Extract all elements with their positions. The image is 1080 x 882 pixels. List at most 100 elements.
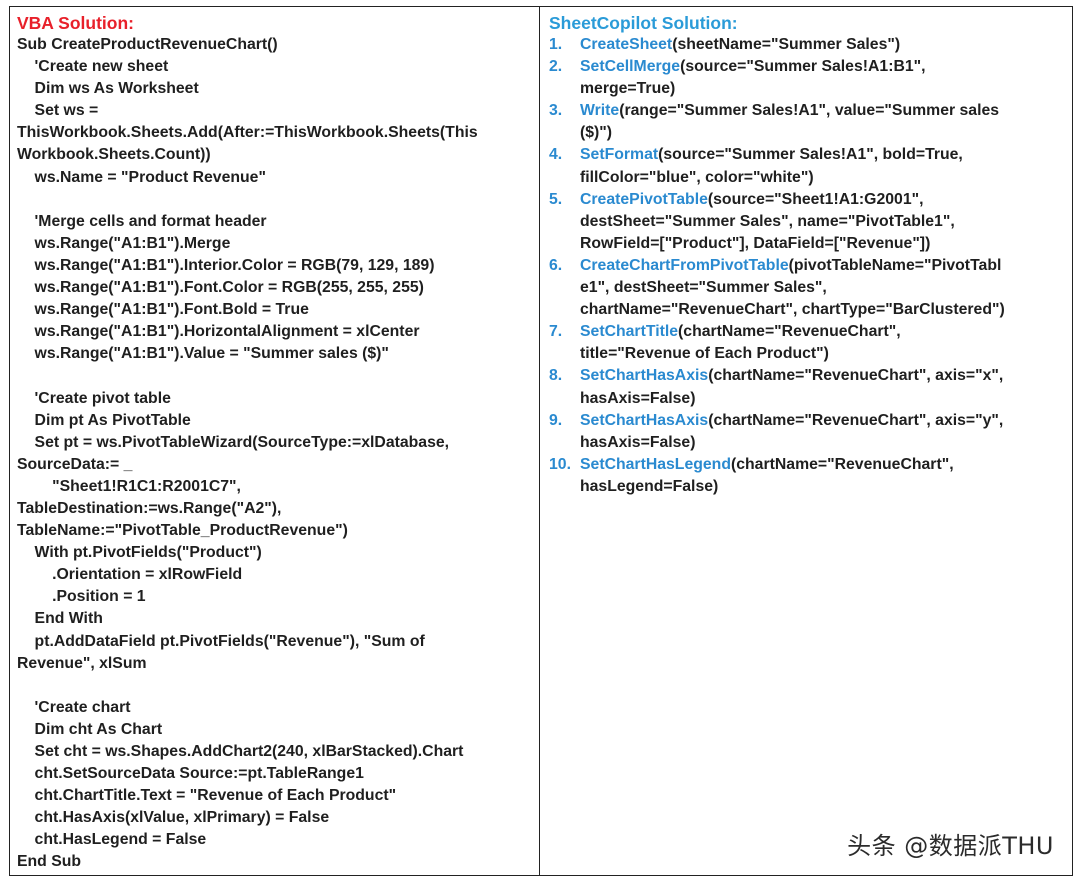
vba-solution-panel: VBA Solution: Sub CreateProductRevenueCh… [10,7,540,875]
step-number: 8. [549,367,563,385]
function-args: title="Revenue of Each Product") [580,345,829,363]
function-args: ($)") [580,124,613,142]
function-name: SetChartHasLegend [580,455,731,473]
function-args: merge=True) [580,80,676,98]
function-args: (range="Summer Sales!A1", value="Summer … [619,102,1000,120]
sheetcopilot-step-list: 1. CreateSheet(sheetName="Summer Sales") 2… [549,34,1072,498]
function-args: (sheetName="Summer Sales") [672,36,901,53]
step-number: 2. [549,58,563,76]
function-args: (source="Sheet1!A1:G2001", [707,190,924,208]
vba-code-line: cht.HasLegend = False [17,831,207,849]
step-line: chartName="RevenueChart", chartType="Bar… [580,299,1060,321]
vba-code-line: TableDestination:=ws.Range("A2"), [17,499,282,517]
step-number: 10. [549,455,571,473]
function-name: Write [580,102,620,120]
vba-code-line: ThisWorkbook.Sheets.Add(After:=ThisWorkb… [17,124,478,142]
sheetcopilot-solution-panel: SheetCopilot Solution: 1. CreateSheet(she… [540,7,1072,875]
vba-code-line: 'Create new sheet [17,58,169,76]
vba-code-line: TableName:="PivotTable_ProductRevenue") [17,522,348,540]
vba-code-line: ws.Range("A1:B1").Font.Bold = True [17,301,309,319]
function-name: SetChartTitle [580,323,679,341]
step-line: CreateSheet(sheetName="Summer Sales") [580,34,1060,56]
watermark: 头条 @数据派THU [847,832,1054,860]
vba-code-line: Sub CreateProductRevenueChart() [17,36,278,53]
function-args: hasLegend=False) [580,477,719,495]
step-line: Write(range="Summer Sales!A1", value="Su… [580,100,1060,122]
step-body: SetFormat(source="Summer Sales!A1", bold… [580,144,1060,188]
function-args: (chartName="RevenueChart", [730,455,954,473]
step-line: SetCellMerge(source="Summer Sales!A1:B1"… [580,56,1060,78]
step-line: SetChartHasAxis(chartName="RevenueChart"… [580,410,1060,432]
vba-solution-title: VBA Solution: [17,13,134,33]
vba-code-line: 'Create chart [17,698,131,716]
function-args: fillColor="blue", color="white") [580,168,814,186]
function-name: SetCellMerge [580,58,681,76]
function-args: (source="Summer Sales!A1:B1", [680,58,926,76]
vba-code-line: ws.Range("A1:B1").Font.Color = RGB(255, … [17,279,424,297]
step-line: destSheet="Summer Sales", name="PivotTab… [580,211,1060,233]
step-number: 1. [549,36,563,53]
step-line: CreatePivotTable(source="Sheet1!A1:G2001… [580,189,1060,211]
step-body: SetChartHasAxis(chartName="RevenueChart"… [580,410,1060,454]
vba-code-block: Sub CreateProductRevenueChart() 'Create … [17,34,539,874]
vba-code-line: Revenue", xlSum [17,654,147,672]
step-line: title="Revenue of Each Product") [580,343,1060,365]
vba-code-line [17,675,539,697]
vba-code-line: Workbook.Sheets.Count)) [17,146,211,164]
comparison-table: VBA Solution: Sub CreateProductRevenueCh… [9,6,1073,876]
step-line: SetChartHasLegend(chartName="RevenueChar… [580,454,1060,476]
vba-code-line [17,365,539,387]
function-args: hasAxis=False) [580,389,696,407]
step-line: ($)") [580,122,1060,144]
step-line: RowField=["Product"], DataField=["Revenu… [580,233,1060,255]
function-args: chartName="RevenueChart", chartType="Bar… [580,301,1005,319]
function-args: (source="Summer Sales!A1", bold=True, [658,146,963,164]
step-line: SetChartTitle(chartName="RevenueChart", [580,321,1060,343]
function-args: e1", destSheet="Summer Sales", [580,279,827,297]
vba-code-line: cht.HasAxis(xlValue, xlPrimary) = False [17,809,330,827]
sheetcopilot-step: 8. SetChartHasAxis(chartName="RevenueChar… [549,365,1072,409]
step-body: SetChartTitle(chartName="RevenueChart", t… [580,321,1060,365]
sheetcopilot-step: 10. SetChartHasLegend(chartName="RevenueC… [549,454,1072,498]
function-args: (chartName="RevenueChart", axis="y", [708,411,1004,429]
vba-code-line: End Sub [17,853,82,871]
step-line: hasAxis=False) [580,388,1060,410]
vba-code-line: "Sheet1!R1C1:R2001C7", [17,477,241,495]
step-line: merge=True) [580,78,1060,100]
function-args: (chartName="RevenueChart", axis="x", [708,367,1004,385]
vba-code-line: SourceData:= _ [17,455,133,473]
vba-code-line: With pt.PivotFields("Product") [17,544,262,562]
sheetcopilot-step: 2. SetCellMerge(source="Summer Sales!A1:B… [549,56,1072,100]
vba-code-line: Set pt = ws.PivotTableWizard(SourceType:… [17,433,450,451]
step-body: Write(range="Summer Sales!A1", value="Su… [580,100,1060,144]
step-line: SetChartHasAxis(chartName="RevenueChart"… [580,365,1060,387]
step-number: 3. [549,102,563,120]
vba-code-line: ws.Range("A1:B1").Merge [17,234,231,252]
vba-code-line [17,189,539,211]
sheetcopilot-step: 9. SetChartHasAxis(chartName="RevenueChar… [549,410,1072,454]
step-line: e1", destSheet="Summer Sales", [580,277,1060,299]
sheetcopilot-step: 4. SetFormat(source="Summer Sales!A1", bo… [549,144,1072,188]
step-body: CreatePivotTable(source="Sheet1!A1:G2001… [580,189,1060,255]
step-number: 6. [549,256,563,274]
vba-code-line: Dim pt As PivotTable [17,411,191,429]
vba-code-line: Set ws = [17,102,99,120]
step-line: CreateChartFromPivotTable(pivotTableName… [580,255,1060,277]
step-line: fillColor="blue", color="white") [580,167,1060,189]
function-args: RowField=["Product"], DataField=["Revenu… [580,234,931,252]
step-line: SetFormat(source="Summer Sales!A1", bold… [580,144,1060,166]
function-name: SetChartHasAxis [580,411,709,429]
function-args: destSheet="Summer Sales", name="PivotTab… [580,212,955,230]
sheetcopilot-step: 3. Write(range="Summer Sales!A1", value="… [549,100,1072,144]
function-name: CreatePivotTable [580,190,708,208]
function-name: CreateSheet [580,36,673,53]
step-number: 4. [549,146,563,164]
vba-code-line: cht.SetSourceData Source:=pt.TableRange1 [17,765,364,783]
sheetcopilot-step: 6. CreateChartFromPivotTable(pivotTableNa… [549,255,1072,321]
step-number: 5. [549,190,563,208]
vba-code-line: .Position = 1 [17,588,146,606]
step-body: CreateSheet(sheetName="Summer Sales") [580,34,1060,56]
sheetcopilot-step: 5. CreatePivotTable(source="Sheet1!A1:G20… [549,189,1072,255]
step-number: 9. [549,411,563,429]
vba-code-line: ws.Name = "Product Revenue" [17,168,266,186]
